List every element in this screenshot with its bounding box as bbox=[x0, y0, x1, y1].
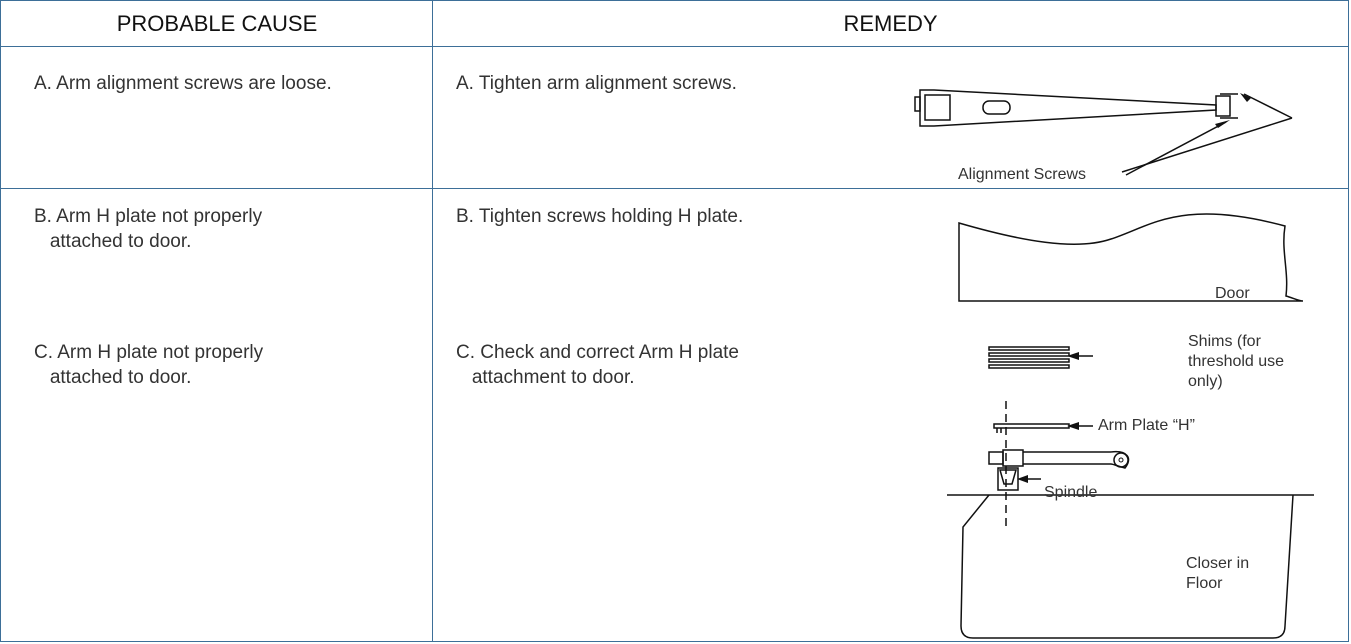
arm-roller bbox=[1113, 452, 1129, 468]
table-header: PROBABLE CAUSE REMEDY bbox=[1, 1, 1348, 47]
alignment-screw-block bbox=[1215, 95, 1231, 117]
cause-c: C. Arm H plate not properly attached to … bbox=[34, 342, 264, 388]
header-remedy: REMEDY bbox=[843, 11, 938, 36]
troubleshooting-table: PROBABLE CAUSE REMEDY A. Arm alignment s… bbox=[0, 0, 1349, 642]
label-door: Door bbox=[1215, 285, 1250, 302]
column-divider bbox=[432, 1, 433, 641]
leader-line-3 bbox=[1243, 93, 1293, 119]
shims-stack bbox=[988, 346, 1070, 369]
label-closer: Closer in Floor bbox=[1186, 555, 1250, 592]
arm-end-cap bbox=[988, 451, 1004, 465]
label-shims: Shims (for threshold use only) bbox=[1188, 333, 1285, 390]
label-arm-plate: Arm Plate “H” bbox=[1098, 417, 1195, 434]
remedy-a: A. Tighten arm alignment screws. bbox=[456, 73, 737, 94]
header-probable-cause: PROBABLE CAUSE bbox=[116, 11, 318, 36]
label-alignment-screws: Alignment Screws bbox=[958, 166, 1087, 183]
arm-slot bbox=[982, 100, 1011, 115]
cause-b: B. Arm H plate not properly attached to … bbox=[34, 206, 263, 252]
remedy-c: C. Check and correct Arm H plate attachm… bbox=[456, 342, 739, 388]
cause-a: A. Arm alignment screws are loose. bbox=[34, 73, 332, 94]
leader-line-2 bbox=[1121, 117, 1293, 173]
label-spindle: Spindle bbox=[1044, 484, 1098, 501]
remedy-b: B. Tighten screws holding H plate. bbox=[456, 206, 744, 227]
leader-line-1 bbox=[1125, 121, 1227, 176]
arm-square-opening bbox=[924, 94, 951, 121]
door-outline bbox=[958, 213, 1304, 302]
arm-body bbox=[919, 89, 1217, 127]
